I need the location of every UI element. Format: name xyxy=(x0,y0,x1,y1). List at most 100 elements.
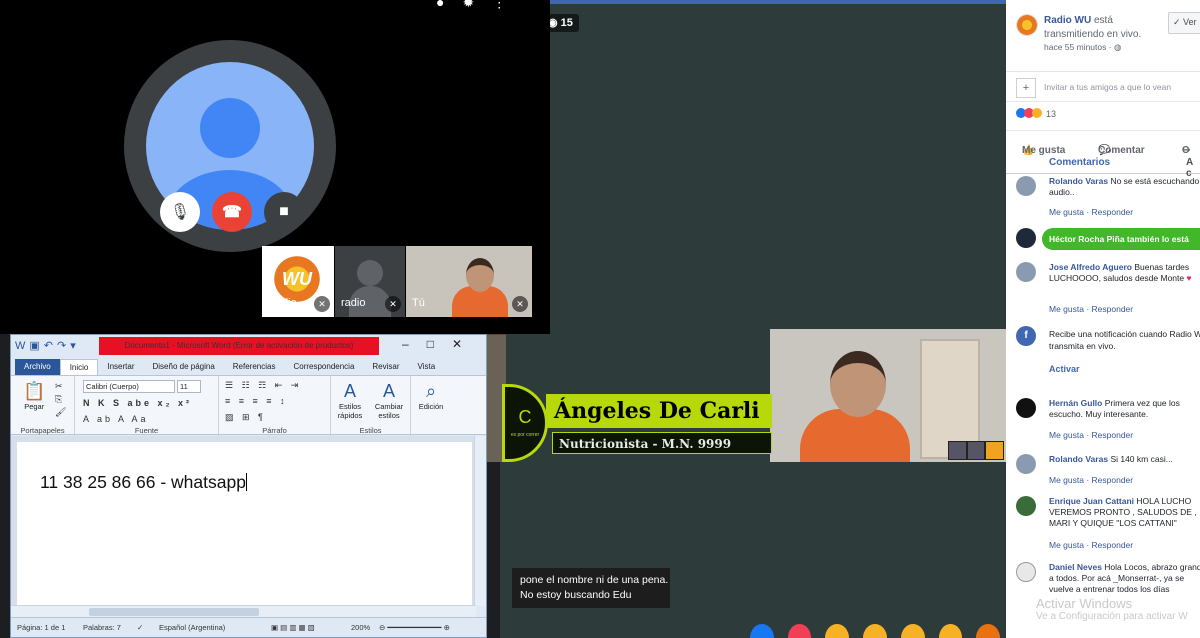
comment-links[interactable]: Me gusta · Responder xyxy=(1049,304,1133,314)
tab-vista[interactable]: Vista xyxy=(409,359,445,375)
scroll-thumb[interactable] xyxy=(89,608,259,616)
meet-top-icons[interactable]: ●✹⋮ xyxy=(436,0,524,11)
tab-revisar[interactable]: Revisar xyxy=(363,359,408,375)
comment-body: Enrique Juan Cattani HOLA LUCHO VEREMOS … xyxy=(1049,496,1197,528)
language[interactable]: Español (Argentina) xyxy=(159,623,225,632)
group-fuente: Calibri (Cuerpo) 11 N K S abe x₂ x² A ab… xyxy=(75,376,219,436)
maximize-icon[interactable]: □ xyxy=(427,337,452,351)
font-format-buttons[interactable]: N K S abe x₂ x² xyxy=(83,398,192,408)
window-title: Documento1 - Microsoft Word (Error de ac… xyxy=(99,337,379,355)
reaction-summary[interactable]: 13 xyxy=(1016,108,1056,119)
comment-links[interactable]: Me gusta · Responder xyxy=(1049,207,1133,217)
clipboard-tools[interactable]: ✂ ⎘ 🖌 xyxy=(55,380,69,419)
comment-links[interactable]: Me gusta · Responder xyxy=(1049,430,1133,440)
post-time: hace 55 minutos · ◍ xyxy=(1044,42,1122,52)
avatar[interactable] xyxy=(1016,176,1036,196)
horizontal-scrollbar[interactable] xyxy=(11,605,476,617)
avatar[interactable] xyxy=(1016,228,1036,248)
page-count[interactable]: Página: 1 de 1 xyxy=(17,623,65,632)
page-avatar[interactable] xyxy=(1016,14,1038,36)
quick-styles-button[interactable]: A Estilos rápidos xyxy=(333,380,367,420)
window-controls[interactable]: –□✕ xyxy=(402,337,480,351)
word-title-bar: W▣↶↷▾ Documento1 - Microsoft Word (Error… xyxy=(11,335,486,357)
quick-access-toolbar[interactable]: W▣↶↷▾ xyxy=(15,339,80,352)
change-styles-button[interactable]: A Cambiar estilos xyxy=(371,380,407,420)
person-icon[interactable]: ● xyxy=(436,0,462,10)
zoom-level[interactable]: 200% xyxy=(351,623,370,632)
post-author-line: Radio WU está transmitiendo en vivo. xyxy=(1044,15,1142,40)
avatar[interactable] xyxy=(1016,496,1036,516)
add-friend-icon: + xyxy=(1016,78,1036,98)
wow-reaction-icon[interactable] xyxy=(863,624,887,638)
camera-button[interactable]: ■ xyxy=(264,192,304,232)
comment-body: Daniel Neves Hola Locos, abrazo grande a… xyxy=(1049,562,1200,594)
paste-button[interactable]: 📋 Pegar xyxy=(23,380,45,411)
tab-archivo[interactable]: Archivo xyxy=(15,359,60,375)
comment-links[interactable]: Me gusta · Responder xyxy=(1049,540,1133,550)
page-name[interactable]: Radio WU xyxy=(1044,15,1091,26)
ribbon: 📋 Pegar ✂ ⎘ 🖌 Portapapeles Calibri (Cuerpo)… xyxy=(11,375,486,436)
avatar[interactable] xyxy=(1016,454,1036,474)
mini-thumbnails xyxy=(948,441,1004,460)
tab-inicio[interactable]: Inicio xyxy=(59,359,99,375)
ribbon-tabs: Archivo Inicio Insertar Diseño de página… xyxy=(11,357,486,375)
like-reaction-icon[interactable] xyxy=(750,624,774,638)
comment-links[interactable]: Me gusta · Responder xyxy=(1049,475,1133,485)
avatar[interactable] xyxy=(1016,398,1036,418)
word-count[interactable]: Palabras: 7 xyxy=(83,623,121,632)
avatar[interactable] xyxy=(1016,562,1036,582)
group-parrafo: ☰ ☷ ☶ ⇤ ⇥ ≡ ≡ ≡ ≡ ↕ ▨ ⊞ ¶ Párrafo xyxy=(219,376,331,436)
also-watching-banner: Héctor Rocha Piña también lo está xyxy=(1042,228,1200,250)
group-estilos: A Estilos rápidos A Cambiar estilos Estilo… xyxy=(331,376,411,436)
shading-buttons[interactable]: ▨ ⊞ ¶ xyxy=(225,412,266,423)
fb-sidebar: Radio WU está transmitiendo en vivo. hac… xyxy=(1006,0,1200,638)
vertical-scrollbar[interactable] xyxy=(474,436,486,606)
text-cursor xyxy=(245,473,247,491)
participant-tile-radio[interactable]: radio ✕ xyxy=(335,246,405,317)
align-buttons[interactable]: ≡ ≡ ≡ ≡ ↕ xyxy=(225,396,288,406)
meet-window: ●✹⋮ 🎙 ☎ ■ WU Radio ✕ radio ✕ Tú ✕ xyxy=(0,0,550,334)
hang-up-button[interactable]: ☎ xyxy=(212,192,252,232)
comment-body: Rolando Varas Si 140 km casi... xyxy=(1049,454,1173,464)
tab-insertar[interactable]: Insertar xyxy=(98,359,143,375)
avatar[interactable] xyxy=(1016,262,1036,282)
tab-comments[interactable]: Comentarios xyxy=(1049,157,1110,168)
care-reaction-icon[interactable] xyxy=(938,624,963,638)
live-video-player[interactable]: ◉ 15 xyxy=(500,0,1006,638)
zoom-slider[interactable]: ⊖ ━━━━━━━━━━━━ ⊕ xyxy=(379,623,450,632)
tab-diseno-pagina[interactable]: Diseño de página xyxy=(144,359,224,375)
word-window: W▣↶↷▾ Documento1 - Microsoft Word (Error… xyxy=(10,334,487,638)
font-color-buttons[interactable]: A ab A Aa xyxy=(83,414,149,424)
view-buttons[interactable]: ▣ ▤ ▥ ▦ ▧ xyxy=(271,623,315,632)
participant-name: Radio xyxy=(268,297,297,309)
settings-icon[interactable]: ✹ xyxy=(462,0,492,10)
font-name-select[interactable]: Calibri (Cuerpo) xyxy=(83,380,175,393)
editing-button[interactable]: ⌕ Edición xyxy=(413,380,449,411)
document-text[interactable]: 11 38 25 86 66 - whatsapp xyxy=(40,472,247,493)
angry-reaction-icon[interactable] xyxy=(976,624,1001,638)
participant-tile-radio-logo[interactable]: WU Radio ✕ xyxy=(262,246,334,317)
globe-icon: ◍ xyxy=(1113,42,1122,52)
close-icon[interactable]: ✕ xyxy=(452,337,480,351)
list-buttons[interactable]: ☰ ☷ ☶ ⇤ ⇥ xyxy=(225,380,301,391)
participant-tile-self[interactable]: Tú ✕ xyxy=(406,246,532,317)
runner-emblem: Ces por correr xyxy=(502,384,548,462)
more-icon[interactable]: ⋮ xyxy=(492,0,524,10)
follow-button[interactable]: ✓ Ver xyxy=(1168,12,1200,34)
activate-notifications-button[interactable]: Activar xyxy=(1049,364,1080,374)
minimize-icon[interactable]: – xyxy=(402,337,427,351)
group-label: Portapapeles xyxy=(20,426,65,435)
sad-reaction-icon[interactable] xyxy=(900,624,925,638)
tab-referencias[interactable]: Referencias xyxy=(224,359,285,375)
haha-reaction-icon[interactable] xyxy=(825,624,850,638)
proofing-icon[interactable]: ✓ xyxy=(137,623,143,632)
mic-off-button[interactable]: 🎙 xyxy=(160,192,200,232)
reaction-bar[interactable] xyxy=(600,624,1001,638)
participant-name: Tú xyxy=(412,297,425,309)
document-page[interactable]: 11 38 25 86 66 - whatsapp xyxy=(17,442,472,612)
love-reaction-icon[interactable] xyxy=(787,624,812,638)
tab-correspondencia[interactable]: Correspondencia xyxy=(284,359,363,375)
invite-friends-row[interactable]: + Invitar a tus amigos a que lo vean xyxy=(1006,72,1200,102)
guest-title: Nutricionista - M.N. 9999 xyxy=(552,432,772,454)
font-size-select[interactable]: 11 xyxy=(177,380,201,393)
